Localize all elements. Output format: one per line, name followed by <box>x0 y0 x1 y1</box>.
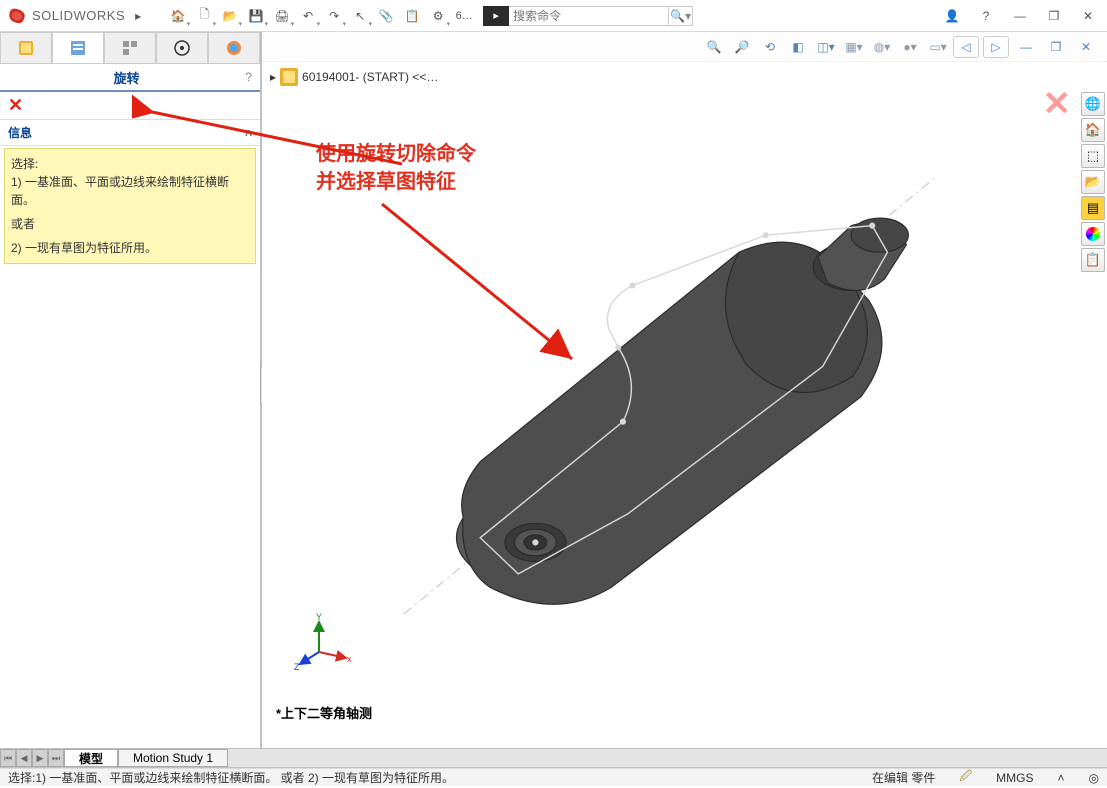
prev-view-icon[interactable]: ⟲ <box>757 36 783 58</box>
recent-label[interactable]: 6… <box>451 3 477 29</box>
explorer-icon[interactable]: 📂 <box>1081 170 1105 194</box>
orientation-triad[interactable]: x Y Z <box>294 612 354 672</box>
pane-back-button[interactable]: ◁ <box>953 36 979 58</box>
property-icon <box>69 39 87 57</box>
new-file-button[interactable]: 🗋 <box>191 3 217 29</box>
brand-label: SOLIDWORKS <box>32 8 125 23</box>
pm-help-icon[interactable]: ? <box>245 70 252 84</box>
tab-first-button[interactable]: ⏮ <box>0 749 16 767</box>
tab-prev-button[interactable]: ◀ <box>16 749 32 767</box>
feature-tree-icon <box>17 39 35 57</box>
apply-scene-icon[interactable]: ▭▾ <box>925 36 951 58</box>
view-orient-icon[interactable]: ◫▾ <box>813 36 839 58</box>
pane-close-button[interactable]: ✕ <box>1073 36 1099 58</box>
annotation-text: 使用旋转切除命令 并选择草图特征 <box>316 140 476 196</box>
help-icon[interactable]: ? <box>973 3 999 29</box>
pm-actions: ✕ <box>0 92 260 120</box>
save-button[interactable]: 💾 <box>243 3 269 29</box>
info-header-label: 信息 <box>8 124 32 141</box>
display-style-icon[interactable]: ▦▾ <box>841 36 867 58</box>
target-icon <box>173 39 191 57</box>
redo-button[interactable]: ↷ <box>321 3 347 29</box>
status-rebuild-icon[interactable]: 🖉 <box>959 767 972 788</box>
info-section-header[interactable]: 信息 ˄ <box>0 120 260 146</box>
dimxpert-tab[interactable] <box>156 32 208 63</box>
design-library-icon[interactable]: ⬚ <box>1081 144 1105 168</box>
appearances-icon[interactable] <box>1081 222 1105 246</box>
view-toolbar: 🔍 🔎 ⟲ ◧ ◫▾ ▦▾ ◍▾ ●▾ ▭▾ ◁ ▷ — ❐ ✕ <box>262 32 1107 62</box>
pm-title: 旋转 <box>8 68 245 87</box>
pane-min-button[interactable]: — <box>1013 36 1039 58</box>
svg-text:Y: Y <box>316 612 322 622</box>
option2-text: 2) 一现有草图为特征所用。 <box>11 239 249 257</box>
select-label: 选择: <box>11 155 249 173</box>
scene-icon[interactable]: ●▾ <box>897 36 923 58</box>
annotation-line2: 并选择草图特征 <box>316 168 476 196</box>
tab-last-button[interactable]: ⏭ <box>48 749 64 767</box>
bottom-tabs: ⏮ ◀ ▶ ⏭ 模型 Motion Study 1 <box>0 748 1107 768</box>
maximize-button[interactable]: ❐ <box>1041 3 1067 29</box>
property-manager-tab[interactable] <box>52 32 104 63</box>
display-manager-tab[interactable] <box>208 32 260 63</box>
graphics-area[interactable]: 🔍 🔎 ⟲ ◧ ◫▾ ▦▾ ◍▾ ●▾ ▭▾ ◁ ▷ — ❐ ✕ ▸ 60194… <box>262 32 1107 754</box>
tab-model[interactable]: 模型 <box>64 749 118 767</box>
svg-text:Z: Z <box>294 662 300 672</box>
home-pane-icon[interactable]: 🏠 <box>1081 118 1105 142</box>
search-box: ▸ 🔍▾ <box>483 6 693 26</box>
view-palette-icon[interactable]: ▤ <box>1081 196 1105 220</box>
collapse-icon[interactable]: ˄ <box>245 126 252 140</box>
search-icon[interactable]: 🔍▾ <box>669 6 693 26</box>
search-input[interactable] <box>509 6 669 26</box>
config-manager-tab[interactable] <box>104 32 156 63</box>
annotation-line1: 使用旋转切除命令 <box>316 140 476 168</box>
info-body: 选择: 1) 一基准面、平面或边线来绘制特征横断面。 或者 2) 一现有草图为特… <box>4 148 256 264</box>
config-icon <box>121 39 139 57</box>
pane-max-button[interactable]: ❐ <box>1043 36 1069 58</box>
section-view-icon[interactable]: ◧ <box>785 36 811 58</box>
status-expand-icon[interactable]: ˄ <box>1058 771 1065 785</box>
property-manager-panel: 旋转 ? ✕ 信息 ˄ 选择: 1) 一基准面、平面或边线来绘制特征横断面。 或… <box>0 32 262 754</box>
tab-motion-study[interactable]: Motion Study 1 <box>118 749 228 767</box>
status-units[interactable]: MMGS <box>996 771 1033 785</box>
expand-menu-icon[interactable]: ▸ <box>125 3 151 29</box>
print-button[interactable]: 🖨 <box>269 3 295 29</box>
or-label: 或者 <box>11 215 249 233</box>
view-orientation-label: *上下二等角轴测 <box>276 703 372 722</box>
cancel-button[interactable]: ✕ <box>8 95 23 116</box>
task-pane: 🌐 🏠 ⬚ 📂 ▤ 📋 <box>1081 92 1107 272</box>
select-button[interactable]: ↖ <box>347 3 373 29</box>
command-icon[interactable]: ▸ <box>483 6 509 26</box>
svg-text:x: x <box>347 654 352 664</box>
zoom-area-icon[interactable]: 🔎 <box>729 36 755 58</box>
attach-button[interactable]: 📎 <box>373 3 399 29</box>
feature-manager-tab[interactable] <box>0 32 52 63</box>
status-widget-icon[interactable]: ◎ <box>1089 771 1099 785</box>
status-bar: 选择:1) 一基准面、平面或边线来绘制特征横断面。 或者 2) 一现有草图为特征… <box>0 768 1107 786</box>
status-mode: 在编辑 零件 <box>872 769 935 786</box>
zoom-fit-icon[interactable]: 🔍 <box>701 36 727 58</box>
appearance-icon <box>225 39 243 57</box>
undo-button[interactable]: ↶ <box>295 3 321 29</box>
status-hint: 选择:1) 一基准面、平面或边线来绘制特征横断面。 或者 2) 一现有草图为特征… <box>8 769 454 786</box>
option1-text: 1) 一基准面、平面或边线来绘制特征横断面。 <box>11 173 249 209</box>
manager-tabs <box>0 32 260 64</box>
hide-show-icon[interactable]: ◍▾ <box>869 36 895 58</box>
close-button[interactable]: ✕ <box>1075 3 1101 29</box>
custom-props-icon[interactable]: 📋 <box>1081 248 1105 272</box>
task-button[interactable]: 📋 <box>399 3 425 29</box>
home-button[interactable]: 🏠 <box>165 3 191 29</box>
pane-fwd-button[interactable]: ▷ <box>983 36 1009 58</box>
open-button[interactable]: 📂 <box>217 3 243 29</box>
resources-icon[interactable]: 🌐 <box>1081 92 1105 116</box>
title-bar: SOLIDWORKS ▸ 🏠 🗋 📂 💾 🖨 ↶ ↷ ↖ 📎 📋 ⚙ 6… ▸ … <box>0 0 1107 32</box>
user-icon[interactable]: 👤 <box>939 3 965 29</box>
pm-header: 旋转 ? <box>0 64 260 92</box>
solidworks-logo-icon <box>6 5 28 27</box>
minimize-button[interactable]: — <box>1007 3 1033 29</box>
settings-button[interactable]: ⚙ <box>425 3 451 29</box>
tab-next-button[interactable]: ▶ <box>32 749 48 767</box>
